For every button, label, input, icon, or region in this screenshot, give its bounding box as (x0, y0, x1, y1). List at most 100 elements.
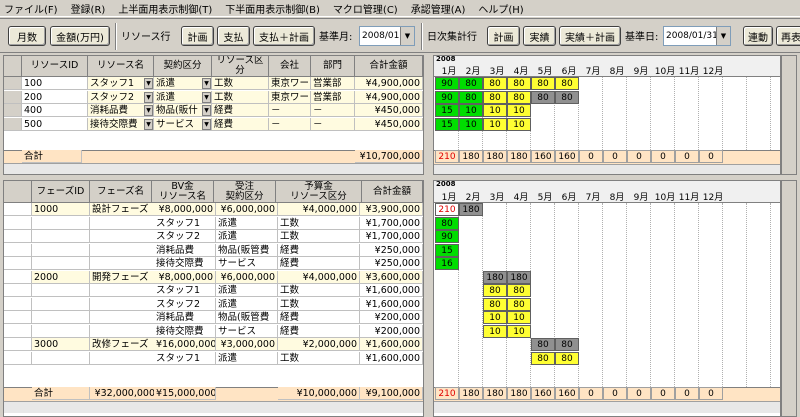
plan2-button[interactable]: 計画 (487, 26, 520, 46)
grid-cell[interactable]: ¥6,000,000 (216, 270, 278, 284)
grid-cell[interactable] (90, 311, 158, 324)
month-header[interactable]: 3月 (486, 64, 508, 77)
column-header[interactable]: 合計金額 (355, 56, 423, 77)
grid-cell[interactable]: 消耗品費 (154, 243, 216, 257)
calendar-cell[interactable]: 10 (459, 104, 483, 117)
calendar-cell[interactable]: 80 (459, 77, 483, 90)
lower-calendar-grid[interactable]: 2008 1月 2月 3月 4月 5月 6月 7月 8月 9月 10月 11月 12月 210 180 80 9… (433, 180, 781, 417)
column-header[interactable]: フェーズ名 (90, 181, 152, 203)
month-header[interactable]: 8月 (606, 190, 628, 203)
calendar-cell[interactable]: 80 (555, 338, 579, 351)
grid-cell-id[interactable]: 500 (22, 117, 88, 131)
month-header[interactable]: 11月 (678, 64, 700, 77)
chevron-down-icon[interactable]: ▼ (202, 78, 211, 89)
grid-cell[interactable]: 経費 (278, 257, 360, 270)
month-header[interactable]: 10月 (654, 64, 676, 77)
grid-cell[interactable]: 3000 (32, 338, 90, 351)
grid-cell[interactable]: 物品(販管費 (216, 311, 278, 324)
row-selector[interactable] (4, 338, 32, 351)
column-header[interactable]: 予算金 リソース区分 (276, 181, 362, 203)
month-header[interactable]: 5月 (534, 190, 556, 203)
menu-item[interactable]: 下半面用表示制御(B) (225, 1, 320, 16)
chevron-down-icon[interactable]: ▼ (144, 105, 153, 116)
row-selector[interactable] (4, 351, 32, 365)
grid-cell-name[interactable]: 消耗品費 ▼ (88, 104, 154, 117)
grid-cell[interactable]: スタッフ1 (154, 216, 216, 230)
calendar-cell[interactable]: 90 (435, 230, 459, 243)
calendar-cell[interactable]: 90 (435, 90, 459, 104)
grid-cell[interactable] (32, 324, 90, 338)
row-selector[interactable] (4, 311, 32, 324)
grid-cell-total[interactable]: ¥450,000 (355, 104, 423, 117)
grid-cell[interactable]: ¥6,000,000 (216, 203, 278, 216)
calendar-horizontal-scrollbar[interactable] (434, 401, 780, 413)
grid-cell[interactable]: ¥1,700,000 (360, 230, 423, 243)
upper-calendar-grid[interactable]: 2008 1月 2月 3月 4月 5月 6月 7月 8月 9月 10月 11月 12月 90 80 80 80 8… (433, 55, 781, 175)
calendar-cell[interactable]: 80 (483, 297, 507, 311)
grid-cell[interactable]: ¥250,000 (360, 257, 423, 270)
chevron-down-icon[interactable]: ▼ (202, 91, 211, 103)
grid-cell[interactable]: スタッフ2 (154, 297, 216, 311)
grid-cell-contract[interactable]: サービス ▼ (154, 117, 212, 131)
column-header[interactable]: リソースID (22, 56, 88, 77)
grid-cell[interactable]: 設計フェーズ (90, 203, 158, 216)
calendar-cell[interactable]: 16 (435, 257, 459, 270)
row-selector[interactable] (4, 104, 22, 117)
grid-cell-total[interactable]: ¥4,900,000 (355, 90, 423, 104)
calendar-cell[interactable]: 80 (483, 284, 507, 297)
grid-cell[interactable]: 経費 (278, 243, 360, 257)
column-header[interactable]: 契約区分 (154, 56, 212, 77)
grid-cell[interactable]: 派遣 (216, 297, 278, 311)
grid-cell[interactable] (90, 324, 158, 338)
month-header[interactable]: 9月 (630, 190, 652, 203)
month-header[interactable]: 2月 (462, 64, 484, 77)
calendar-cell[interactable]: 10 (483, 104, 507, 117)
grid-cell[interactable]: 接待交際費 (154, 324, 216, 338)
calendar-cell[interactable]: 180 (483, 270, 507, 284)
month-header[interactable]: 6月 (558, 190, 580, 203)
menu-item[interactable]: ヘルプ(H) (478, 1, 523, 16)
column-header[interactable]: 部門 (311, 56, 355, 77)
grid-cell[interactable]: ¥1,700,000 (360, 216, 423, 230)
count-button[interactable]: 月数 (8, 26, 46, 46)
grid-cell-contract[interactable]: 派遣 ▼ (154, 77, 212, 90)
calendar-cell[interactable]: 80 (531, 90, 555, 104)
grid-cell-id[interactable]: 400 (22, 104, 88, 117)
row-selector[interactable] (4, 203, 32, 216)
grid-cell[interactable]: 開発フェーズ (90, 270, 158, 284)
grid-cell[interactable] (32, 351, 90, 365)
grid-cell[interactable] (32, 257, 90, 270)
grid-cell[interactable] (32, 243, 90, 257)
link-button[interactable]: 連動 (743, 26, 773, 46)
pay-plan-button[interactable]: 支払＋計画 (253, 26, 315, 46)
grid-cell[interactable]: ¥1,600,000 (360, 351, 423, 365)
calendar-cell[interactable]: 10 (507, 324, 531, 338)
grid-cell[interactable]: 2000 (32, 270, 90, 284)
month-header[interactable]: 7月 (582, 190, 604, 203)
grid-cell-name[interactable]: 接待交際費 ▼ (88, 117, 154, 131)
row-selector[interactable] (4, 257, 32, 270)
calendar-cell[interactable]: 80 (507, 90, 531, 104)
menu-item[interactable]: 登録(R) (71, 1, 106, 16)
month-header[interactable]: 5月 (534, 64, 556, 77)
calendar-cell[interactable]: 80 (531, 77, 555, 90)
month-header[interactable]: 9月 (630, 64, 652, 77)
row-selector[interactable] (4, 297, 32, 311)
menu-item[interactable]: マクロ管理(C) (333, 1, 398, 16)
calendar-cell[interactable]: 15 (435, 117, 459, 131)
grid-cell[interactable]: ¥2,000,000 (278, 338, 360, 351)
calendar-cell[interactable]: 90 (435, 77, 459, 90)
calendar-cell[interactable]: 80 (483, 90, 507, 104)
grid-cell-company[interactable]: － (269, 117, 311, 131)
grid-cell[interactable] (90, 297, 158, 311)
grid-cell[interactable]: 工数 (278, 284, 360, 297)
calendar-cell[interactable]: 80 (555, 351, 579, 365)
calendar-cell[interactable]: 80 (555, 90, 579, 104)
calendar-cell[interactable]: 80 (459, 90, 483, 104)
grid-cell-name[interactable]: スタッフ1 ▼ (88, 77, 154, 90)
calendar-cell[interactable]: 210 (435, 203, 459, 216)
month-header[interactable]: 1月 (438, 190, 460, 203)
grid-cell[interactable] (90, 230, 158, 243)
chevron-down-icon[interactable]: ▼ (202, 105, 211, 116)
grid-cell[interactable]: ¥4,000,000 (278, 270, 360, 284)
